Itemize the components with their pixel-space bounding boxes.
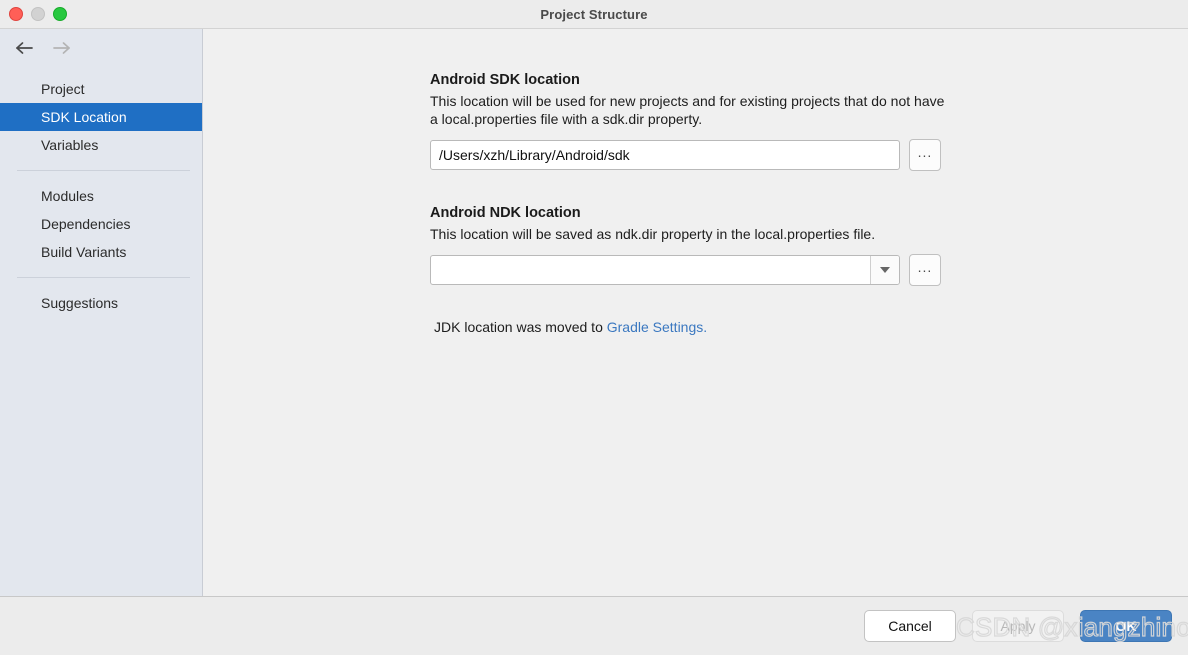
back-arrow-icon[interactable] bbox=[12, 36, 36, 60]
title-bar: Project Structure bbox=[0, 0, 1188, 29]
sidebar-item-label: Modules bbox=[41, 188, 94, 204]
jdk-location-note: JDK location was moved to Gradle Setting… bbox=[430, 319, 1188, 335]
sidebar-item-label: SDK Location bbox=[41, 109, 127, 125]
dialog-footer: Cancel Apply OK bbox=[0, 596, 1188, 655]
sidebar-item-variables[interactable]: Variables bbox=[0, 131, 202, 159]
sidebar: Project SDK Location Variables Modules D… bbox=[0, 29, 203, 596]
sidebar-separator bbox=[17, 277, 190, 278]
cancel-button[interactable]: Cancel bbox=[864, 610, 956, 642]
ndk-location-section: Android NDK location This location will … bbox=[430, 204, 1188, 286]
section-spacer bbox=[430, 286, 1188, 319]
sidebar-item-label: Suggestions bbox=[41, 295, 118, 311]
ndk-location-field-row: ... bbox=[430, 254, 1188, 286]
jdk-note-text: JDK location was moved to bbox=[434, 319, 607, 335]
close-window-button[interactable] bbox=[9, 7, 23, 21]
sidebar-item-label: Dependencies bbox=[41, 216, 131, 232]
sidebar-nav-list: Project SDK Location Variables Modules D… bbox=[0, 67, 202, 317]
ndk-location-browse-button[interactable]: ... bbox=[909, 254, 941, 286]
sdk-location-title: Android SDK location bbox=[430, 71, 1188, 89]
window-controls bbox=[9, 0, 67, 28]
ndk-location-combobox[interactable] bbox=[430, 255, 900, 285]
sidebar-item-label: Project bbox=[41, 81, 85, 97]
sidebar-item-label: Variables bbox=[41, 137, 98, 153]
ndk-location-input[interactable] bbox=[431, 256, 870, 284]
sidebar-item-build-variants[interactable]: Build Variants bbox=[0, 238, 202, 266]
ndk-location-title: Android NDK location bbox=[430, 204, 1188, 222]
sidebar-separator bbox=[17, 170, 190, 171]
section-spacer bbox=[430, 171, 1188, 204]
ok-button[interactable]: OK bbox=[1080, 610, 1172, 642]
sdk-location-browse-button[interactable]: ... bbox=[909, 139, 941, 171]
forward-arrow-icon[interactable] bbox=[50, 36, 74, 60]
ndk-location-description: This location will be saved as ndk.dir p… bbox=[430, 225, 950, 243]
sidebar-item-project[interactable]: Project bbox=[0, 75, 202, 103]
sidebar-nav-arrows bbox=[0, 29, 202, 67]
sidebar-item-sdk-location[interactable]: SDK Location bbox=[0, 103, 202, 131]
sidebar-item-modules[interactable]: Modules bbox=[0, 182, 202, 210]
maximize-window-button[interactable] bbox=[53, 7, 67, 21]
sdk-location-field-row: ... bbox=[430, 139, 1188, 171]
sdk-location-section: Android SDK location This location will … bbox=[430, 71, 1188, 171]
sidebar-item-dependencies[interactable]: Dependencies bbox=[0, 210, 202, 238]
sdk-location-input[interactable] bbox=[430, 140, 900, 170]
chevron-down-glyph bbox=[880, 267, 890, 273]
main-content: Android SDK location This location will … bbox=[203, 29, 1188, 596]
minimize-window-button[interactable] bbox=[31, 7, 45, 21]
chevron-down-icon[interactable] bbox=[870, 256, 899, 284]
dialog-body: Project SDK Location Variables Modules D… bbox=[0, 29, 1188, 596]
sdk-location-description: This location will be used for new proje… bbox=[430, 92, 950, 128]
project-structure-dialog: Project Structure bbox=[0, 0, 1188, 655]
apply-button[interactable]: Apply bbox=[972, 610, 1064, 642]
window-title: Project Structure bbox=[0, 7, 1188, 22]
sidebar-item-suggestions[interactable]: Suggestions bbox=[0, 289, 202, 317]
sidebar-item-label: Build Variants bbox=[41, 244, 126, 260]
gradle-settings-link[interactable]: Gradle Settings. bbox=[607, 319, 707, 335]
